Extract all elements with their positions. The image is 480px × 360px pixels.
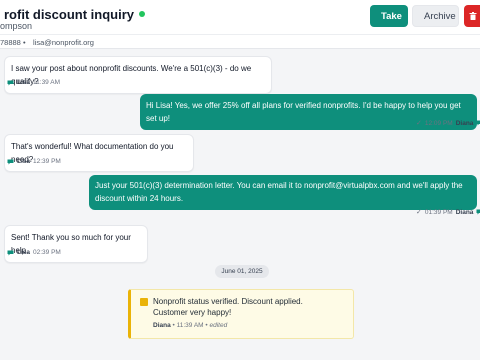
message-time: 02:39 PM — [33, 249, 61, 256]
note-meta: Diana • 11:39 AM • edited — [153, 322, 228, 329]
message-meta: ✓ 01:39 PM Diana — [416, 208, 480, 216]
internal-note: Nonprofit status verified. Discount appl… — [128, 289, 354, 339]
chat-icon — [7, 250, 14, 255]
message-meta: Lisa 12:39 PM — [7, 158, 61, 165]
conversation-header: rofit discount inquiry ompson Take Archi… — [0, 0, 480, 34]
message-bubble-incoming: Sent! Thank you so much for your help. — [4, 225, 148, 263]
note-edited-label: edited — [209, 322, 228, 329]
chat-icon — [476, 120, 480, 126]
contact-email[interactable]: lisa@nonprofit.org — [33, 38, 94, 47]
delivered-check-icon: ✓ — [416, 120, 422, 127]
message-time: 12:39 PM — [33, 158, 61, 165]
delivered-check-icon: ✓ — [416, 209, 422, 216]
message-time: 11:39 AM — [33, 79, 60, 86]
message-sender: Diana — [455, 119, 474, 127]
archive-button-label: Archive — [424, 10, 456, 22]
message-sender: Lisa — [17, 79, 31, 86]
message-bubble-outgoing: Just your 501(c)(3) determination letter… — [89, 175, 477, 210]
message-sender: Lisa — [17, 249, 31, 256]
conversation-title: rofit discount inquiry — [4, 7, 145, 22]
message-text: Hi Lisa! Yes, we offer 25% off all plans… — [146, 101, 461, 123]
message-meta: ✓ 12:09 PM Diana — [416, 119, 480, 127]
message-sender: Lisa — [17, 158, 31, 165]
contact-name: ompson — [0, 21, 33, 31]
trash-icon — [469, 12, 477, 20]
chat-icon — [476, 209, 480, 215]
message-meta: Lisa 11:39 AM — [7, 79, 60, 86]
contact-info-bar: 78888 • lisa@nonprofit.org — [0, 34, 480, 49]
chat-icon — [7, 159, 14, 164]
note-time: 11:39 AM — [176, 322, 204, 329]
delete-button[interactable] — [464, 5, 480, 27]
message-bubble-incoming: I saw your post about nonprofit discount… — [4, 56, 272, 94]
take-button-label: Take — [381, 10, 402, 22]
chat-icon — [7, 80, 14, 85]
contact-phone: 78888 — [0, 38, 21, 47]
note-text: Nonprofit status verified. Discount appl… — [153, 297, 303, 317]
message-time: 01:39 PM — [424, 208, 453, 216]
note-author: Diana — [153, 322, 171, 329]
archive-button[interactable]: Archive — [412, 5, 459, 27]
date-divider: June 01, 2025 — [215, 265, 269, 278]
conversation-title-text: rofit discount inquiry — [4, 7, 134, 22]
message-time: 12:09 PM — [424, 119, 453, 127]
take-button[interactable]: Take — [370, 5, 408, 27]
note-icon — [140, 298, 148, 306]
message-sender: Diana — [455, 208, 474, 216]
message-text: Just your 501(c)(3) determination letter… — [95, 181, 463, 203]
message-bubble-incoming: That's wonderful! What documentation do … — [4, 134, 194, 172]
message-meta: Lisa 02:39 PM — [7, 249, 61, 256]
online-status-icon — [139, 11, 145, 17]
contact-separator: • — [23, 38, 26, 47]
